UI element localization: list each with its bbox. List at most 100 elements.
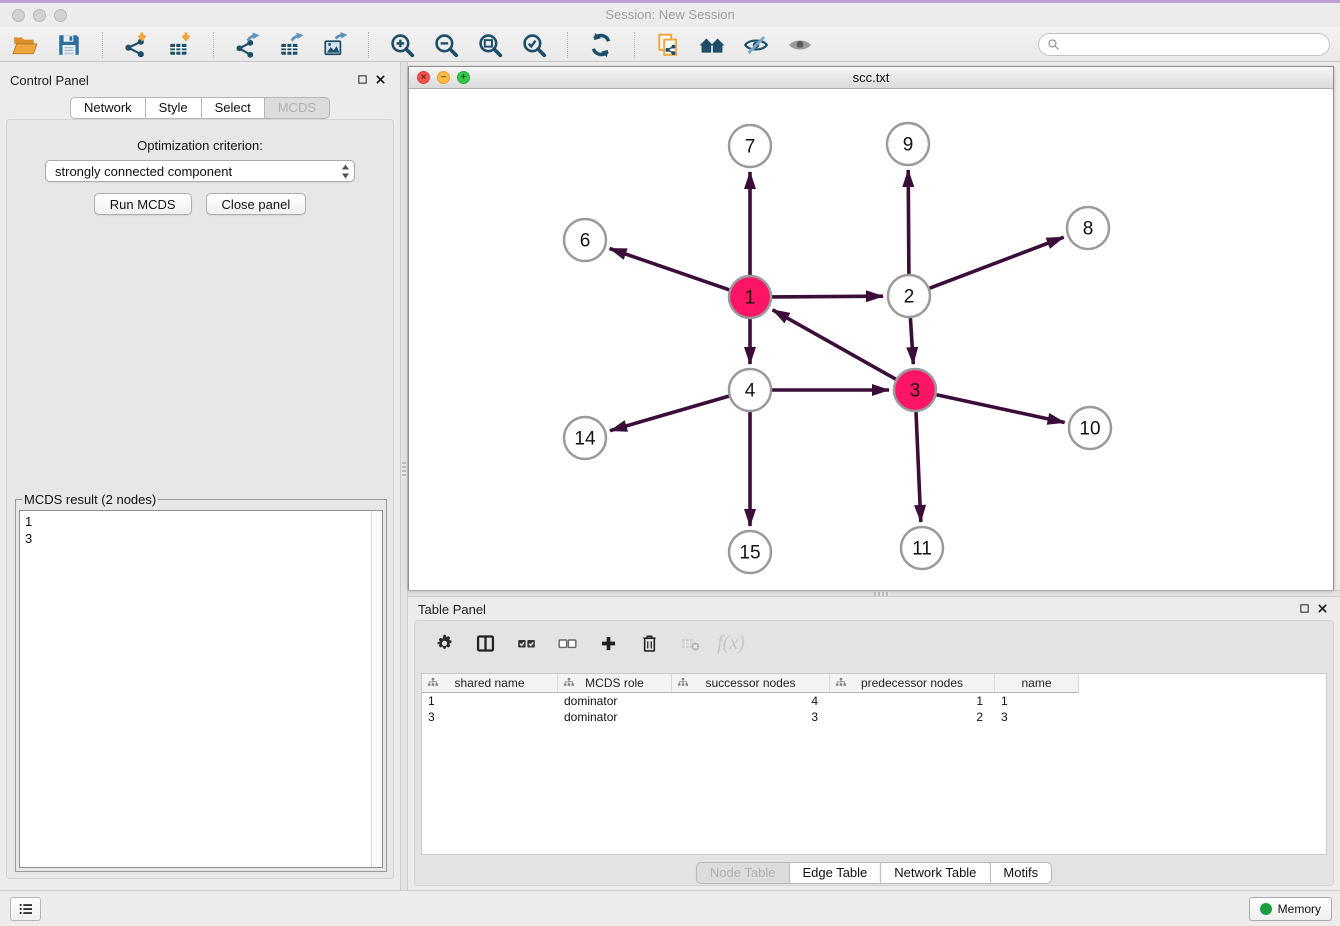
deselect-all-button[interactable] bbox=[554, 630, 580, 656]
run-mcds-button[interactable]: Run MCDS bbox=[94, 193, 192, 215]
edge-3-1[interactable] bbox=[773, 310, 896, 379]
criterion-select[interactable]: strongly connected component bbox=[45, 160, 355, 182]
close-table-panel-icon[interactable] bbox=[1317, 603, 1328, 614]
search-input[interactable] bbox=[1065, 37, 1321, 52]
close-panel-icon[interactable] bbox=[375, 74, 386, 85]
table-row[interactable]: 1dominator411 bbox=[422, 693, 1326, 709]
show-details-button[interactable] bbox=[785, 30, 815, 60]
table-panel-controls bbox=[1299, 603, 1328, 614]
zoom-selected-button[interactable] bbox=[519, 30, 549, 60]
export-image-icon bbox=[322, 32, 348, 58]
tab-network[interactable]: Network bbox=[70, 97, 146, 119]
import-network-button[interactable] bbox=[121, 30, 151, 60]
edge-1-6[interactable] bbox=[610, 249, 730, 290]
show-details-icon bbox=[787, 32, 813, 58]
select-all-button[interactable] bbox=[513, 630, 539, 656]
home-button[interactable] bbox=[697, 30, 727, 60]
node-1[interactable]: 1 bbox=[729, 276, 771, 318]
node-15[interactable]: 15 bbox=[729, 531, 771, 573]
edge-3-10[interactable] bbox=[937, 395, 1065, 423]
table-cell[interactable]: 1 bbox=[995, 693, 1079, 709]
column-header-name[interactable]: name bbox=[995, 674, 1079, 693]
node-9[interactable]: 9 bbox=[887, 123, 929, 165]
tab-motifs[interactable]: Motifs bbox=[989, 862, 1052, 884]
node-11[interactable]: 11 bbox=[901, 527, 943, 569]
result-scrollbar[interactable] bbox=[371, 511, 382, 867]
hide-details-button[interactable] bbox=[741, 30, 771, 60]
mcds-result-box[interactable]: 13 bbox=[19, 510, 383, 868]
table-cell[interactable]: 1 bbox=[830, 693, 995, 709]
column-header-successor-nodes[interactable]: successor nodes bbox=[672, 674, 830, 693]
clone-network-icon bbox=[655, 32, 681, 58]
trash-button[interactable] bbox=[636, 630, 662, 656]
open-folder-button[interactable] bbox=[10, 30, 40, 60]
network-canvas[interactable]: 7 9 6 8 1 2 4 3 14 10 15 11 bbox=[409, 89, 1333, 590]
horizontal-splitter[interactable] bbox=[408, 590, 1340, 597]
edge-3-11[interactable] bbox=[916, 412, 921, 522]
edge-2-8[interactable] bbox=[930, 237, 1064, 288]
edge-2-9[interactable] bbox=[908, 170, 909, 274]
tab-node-table[interactable]: Node Table bbox=[696, 862, 790, 884]
zoom-in-button[interactable] bbox=[387, 30, 417, 60]
columns-icon bbox=[475, 633, 496, 654]
table-cell[interactable]: 2 bbox=[830, 709, 995, 725]
table-cell[interactable]: dominator bbox=[558, 693, 672, 709]
table-row[interactable]: 3dominator323 bbox=[422, 709, 1326, 725]
node-7[interactable]: 7 bbox=[729, 125, 771, 167]
export-network-button[interactable] bbox=[232, 30, 262, 60]
edge-4-14[interactable] bbox=[610, 396, 729, 431]
table-cell[interactable]: 1 bbox=[422, 693, 558, 709]
tab-network-table[interactable]: Network Table bbox=[880, 862, 990, 884]
refresh-button[interactable] bbox=[586, 30, 616, 60]
add-row-button[interactable] bbox=[595, 630, 621, 656]
gear-button[interactable] bbox=[431, 630, 457, 656]
mcds-buttons: Run MCDS Close panel bbox=[7, 193, 393, 215]
column-header-MCDS-role[interactable]: MCDS role bbox=[558, 674, 672, 693]
edge-1-2[interactable] bbox=[772, 296, 883, 297]
horizontal-splitter-handle[interactable] bbox=[874, 592, 890, 596]
tab-edge-table[interactable]: Edge Table bbox=[788, 862, 881, 884]
node-table[interactable]: shared nameMCDS rolesuccessor nodesprede… bbox=[421, 673, 1327, 855]
node-10[interactable]: 10 bbox=[1069, 407, 1111, 449]
table-cell[interactable]: dominator bbox=[558, 709, 672, 725]
export-image-button[interactable] bbox=[320, 30, 350, 60]
result-line: 3 bbox=[25, 530, 377, 547]
network-graph[interactable]: 7 9 6 8 1 2 4 3 14 10 15 11 bbox=[409, 89, 1333, 590]
float-table-panel-icon[interactable] bbox=[1299, 603, 1310, 614]
table-cell[interactable]: 4 bbox=[672, 693, 830, 709]
export-table-button[interactable] bbox=[276, 30, 306, 60]
network-window-titlebar[interactable]: × − + scc.txt bbox=[409, 67, 1333, 89]
columns-button[interactable] bbox=[472, 630, 498, 656]
vertical-splitter-handle[interactable] bbox=[402, 462, 406, 478]
node-8[interactable]: 8 bbox=[1067, 207, 1109, 249]
float-panel-icon[interactable] bbox=[357, 74, 368, 85]
node-2[interactable]: 2 bbox=[888, 275, 930, 317]
search-box[interactable] bbox=[1038, 33, 1330, 56]
svg-text:2: 2 bbox=[904, 287, 915, 308]
table-cell[interactable]: 3 bbox=[672, 709, 830, 725]
tab-mcds[interactable]: MCDS bbox=[264, 97, 330, 119]
node-3[interactable]: 3 bbox=[894, 369, 936, 411]
tab-style[interactable]: Style bbox=[145, 97, 202, 119]
column-header-predecessor-nodes[interactable]: predecessor nodes bbox=[830, 674, 995, 693]
node-14[interactable]: 14 bbox=[564, 417, 606, 459]
close-panel-button[interactable]: Close panel bbox=[206, 193, 307, 215]
memory-button[interactable]: Memory bbox=[1249, 897, 1332, 921]
table-cell[interactable]: 3 bbox=[995, 709, 1079, 725]
table-cell[interactable]: 3 bbox=[422, 709, 558, 725]
tab-select[interactable]: Select bbox=[201, 97, 265, 119]
node-6[interactable]: 6 bbox=[564, 219, 606, 261]
import-table-button[interactable] bbox=[165, 30, 195, 60]
save-button[interactable] bbox=[54, 30, 84, 60]
app-title: Session: New Session bbox=[0, 7, 1340, 22]
clone-network-button[interactable] bbox=[653, 30, 683, 60]
edge-2-3[interactable] bbox=[910, 318, 913, 364]
column-header-shared-name[interactable]: shared name bbox=[422, 674, 558, 693]
zoom-fit-button[interactable] bbox=[475, 30, 505, 60]
zoom-out-button[interactable] bbox=[431, 30, 461, 60]
vertical-splitter[interactable] bbox=[400, 62, 408, 890]
toolbar-separator bbox=[213, 32, 214, 58]
tree-icon bbox=[427, 677, 439, 689]
node-4[interactable]: 4 bbox=[729, 369, 771, 411]
task-history-button[interactable] bbox=[10, 897, 41, 921]
